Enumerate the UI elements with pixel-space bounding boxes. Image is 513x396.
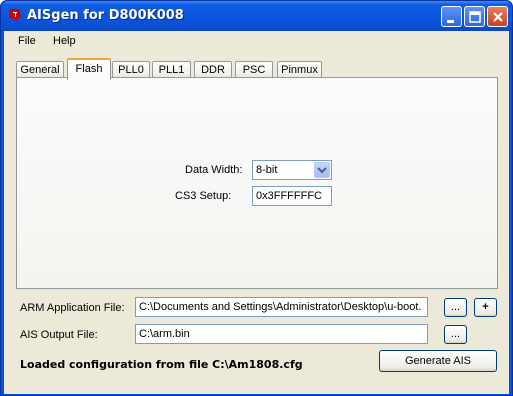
cs3-setup-value: 0x3FFFFFFC [256, 190, 322, 202]
data-width-label: Data Width: [185, 164, 243, 176]
window-title: AISgen for D800K008 [27, 8, 184, 23]
app-window: AISgen for D800K008 File Help General Fl… [0, 0, 513, 396]
cs3-setup-label: CS3 Setup: [175, 190, 232, 202]
menu-help[interactable]: Help [51, 35, 78, 47]
title-bar[interactable]: AISgen for D800K008 [1, 1, 512, 31]
arm-browse-button[interactable]: ... [444, 298, 467, 317]
ti-logo-icon [9, 9, 21, 21]
add-file-button[interactable]: + [474, 298, 497, 317]
minimize-icon [447, 20, 454, 23]
data-width-value: 8-bit [256, 164, 278, 176]
flash-tab-panel: Data Width: 8-bit CS3 Setup: 0x3FFFFFFC [16, 77, 498, 289]
arm-app-file-input[interactable]: C:\Documents and Settings\Administrator\… [135, 297, 428, 317]
menu-bar: File Help [4, 31, 509, 53]
chevron-down-icon [317, 167, 327, 174]
client-area: File Help General Flash PLL0 PLL1 DDR PS… [4, 31, 509, 394]
close-button[interactable] [487, 6, 508, 27]
ais-output-file-input[interactable]: C:\arm.bin [135, 324, 428, 344]
ais-output-file-label: AIS Output File: [20, 329, 98, 341]
dropdown-button[interactable] [314, 162, 330, 178]
ais-output-file-value: C:\arm.bin [139, 328, 190, 340]
status-message: Loaded configuration from file C:\Am1808… [20, 358, 303, 371]
arm-app-file-value: C:\Documents and Settings\Administrator\… [139, 301, 422, 313]
maximize-icon [469, 11, 481, 23]
tab-strip: General Flash PLL0 PLL1 DDR PSC Pinmux [16, 58, 496, 80]
cs3-setup-input[interactable]: 0x3FFFFFFC [252, 186, 332, 206]
ais-browse-button[interactable]: ... [444, 325, 467, 344]
close-icon [493, 12, 503, 22]
minimize-button[interactable] [441, 6, 462, 27]
menu-file[interactable]: File [16, 35, 38, 47]
tab-flash[interactable]: Flash [67, 58, 111, 80]
arm-app-file-label: ARM Application File: [20, 302, 125, 314]
generate-ais-button[interactable]: Generate AIS [379, 350, 497, 372]
maximize-button[interactable] [464, 6, 485, 27]
data-width-select[interactable]: 8-bit [252, 160, 332, 180]
